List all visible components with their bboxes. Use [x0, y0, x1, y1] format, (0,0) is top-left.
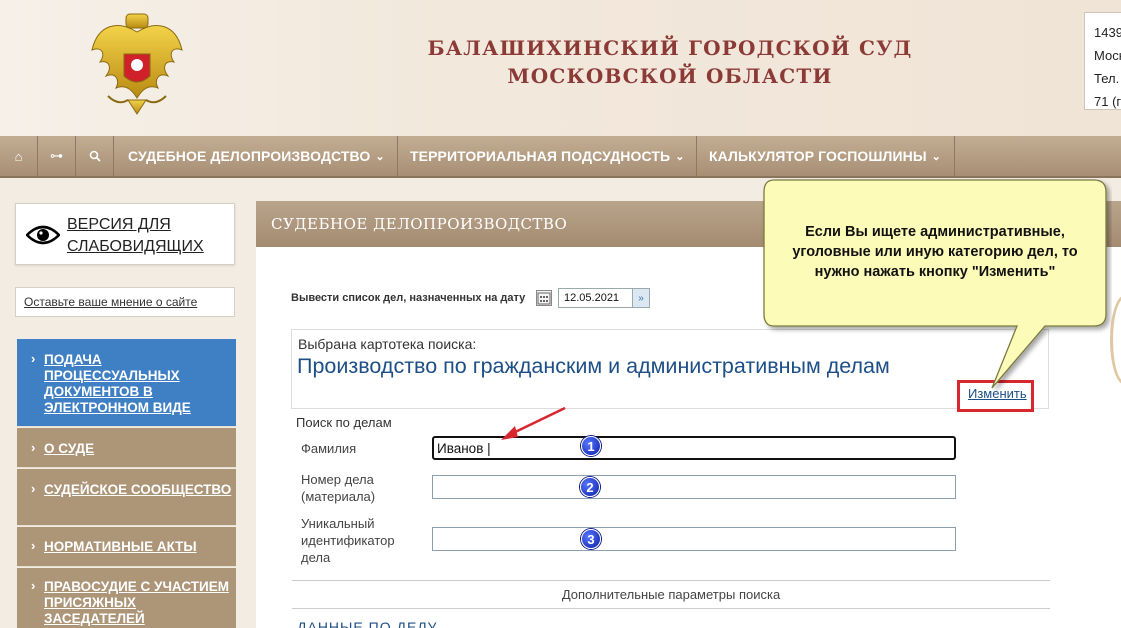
contact-line: Тел.	[1094, 71, 1120, 86]
case-number-input[interactable]	[432, 475, 956, 499]
chevron-right-icon: ›	[31, 538, 36, 553]
contact-box: 1439 Моск Тел. 71 (г	[1084, 12, 1121, 110]
search-icon[interactable]	[76, 136, 114, 176]
sidebar-item-label: СУДЕЙСКОЕ СООБЩЕСТВО	[44, 482, 232, 497]
case-data-heading: ДАННЫЕ ПО ДЕЛУ	[297, 619, 438, 628]
nav-fee-calculator[interactable]: КАЛЬКУЛЯТОР ГОСПОШЛИНЫ ⌄	[697, 136, 955, 176]
step-badge: 3	[581, 529, 601, 549]
sitemap-icon[interactable]: ⊶	[38, 136, 76, 176]
annotation-arrow-icon	[501, 406, 566, 440]
chevron-right-icon: ›	[31, 440, 36, 455]
callout-bubble	[763, 179, 1107, 389]
sidebar-item-label: ПОДАЧА ПРОЦЕССУАЛЬНЫХ ДОКУМЕНТОВ В ЭЛЕКТ…	[44, 352, 191, 415]
case-number-label-line: (материала)	[301, 489, 376, 504]
uid-label-line: Уникальный	[301, 516, 375, 531]
coat-of-arms-icon	[91, 13, 183, 115]
sidebar-item-about-court[interactable]: › О СУДЕ	[17, 428, 236, 468]
nav-label: КАЛЬКУЛЯТОР ГОСПОШЛИНЫ	[709, 148, 927, 164]
double-chevron-right-icon: »	[638, 292, 644, 304]
chevron-down-icon: ⌄	[931, 150, 941, 163]
page-title: СУДЕБНОЕ ДЕЛОПРОИЗВОДСТВО	[271, 215, 568, 233]
uid-label: Уникальный идентификатор дела	[301, 515, 395, 566]
nav-label: СУДЕБНОЕ ДЕЛОПРОИЗВОДСТВО	[128, 148, 371, 164]
calendar-icon[interactable]	[536, 290, 552, 306]
nav-territorial-jurisdiction[interactable]: ТЕРРИТОРИАЛЬНАЯ ПОДСУДНОСТЬ ⌄	[398, 136, 697, 176]
sidebar-item-electronic-filing[interactable]: › ПОДАЧА ПРОЦЕССУАЛЬНЫХ ДОКУМЕНТОВ В ЭЛЕ…	[17, 339, 236, 427]
step-badge: 1	[581, 436, 601, 456]
main-nav: ⌂ ⊶ СУДЕБНОЕ ДЕЛОПРОИЗВОДСТВО ⌄ ТЕРРИТОР…	[0, 136, 1121, 178]
court-title-line-1: БАЛАШИХИНСКИЙ ГОРОДСКОЙ СУД	[427, 36, 913, 60]
sidebar-item-label: НОРМАТИВНЫЕ АКТЫ	[44, 539, 197, 554]
visually-impaired-label: ВЕРСИЯ ДЛЯ СЛАБОВИДЯЩИХ	[67, 216, 204, 255]
uid-input[interactable]	[432, 527, 956, 551]
surname-label: Фамилия	[301, 441, 357, 456]
eye-icon	[26, 225, 60, 245]
callout-text: Если Вы ищете административные, уголовны…	[792, 224, 1078, 280]
sidebar-item-jury-trials[interactable]: › ПРАВОСУДИЕ С УЧАСТИЕМ ПРИСЯЖНЫХ ЗАСЕДА…	[17, 568, 236, 628]
sidebar-item-label: О СУДЕ	[44, 441, 95, 456]
court-title-line-2: МОСКОВСКОЙ ОБЛАСТИ	[507, 64, 833, 88]
case-number-label-line: Номер дела	[301, 472, 374, 487]
sidebar-item-normative-acts[interactable]: › НОРМАТИВНЫЕ АКТЫ	[17, 527, 236, 567]
step-badge: 2	[580, 477, 600, 497]
extra-search-params-toggle[interactable]: Дополнительные параметры поиска	[292, 587, 1050, 602]
site-header: БАЛАШИХИНСКИЙ ГОРОДСКОЙ СУД МОСКОВСКОЙ О…	[0, 0, 1121, 136]
chevron-right-icon: ›	[31, 481, 36, 496]
contact-line: Моск	[1094, 48, 1121, 63]
home-icon[interactable]: ⌂	[0, 136, 38, 176]
chevron-down-icon: ⌄	[375, 150, 385, 163]
search-heading: Поиск по делам	[296, 415, 392, 430]
chevron-down-icon: ⌄	[675, 150, 685, 163]
uid-label-line: дела	[301, 550, 331, 565]
contact-line: 71 (г	[1094, 94, 1121, 109]
date-filter-label: Вывести список дел, назначенных на дату	[291, 292, 526, 304]
nav-label: ТЕРРИТОРИАЛЬНАЯ ПОДСУДНОСТЬ	[410, 148, 671, 164]
divider	[292, 580, 1050, 581]
chevron-right-icon: ›	[31, 578, 36, 593]
court-title: БАЛАШИХИНСКИЙ ГОРОДСКОЙ СУД МОСКОВСКОЙ О…	[400, 34, 940, 90]
sidebar-item-label: ПРАВОСУДИЕ С УЧАСТИЕМ ПРИСЯЖНЫХ ЗАСЕДАТЕ…	[44, 579, 229, 626]
nav-court-proceedings[interactable]: СУДЕБНОЕ ДЕЛОПРОИЗВОДСТВО ⌄	[116, 136, 398, 176]
feedback-link[interactable]: Оставьте ваше мнение о сайте	[15, 287, 235, 317]
chevron-right-icon: ›	[31, 351, 36, 366]
case-number-label: Номер дела (материала)	[301, 471, 375, 505]
date-submit-button[interactable]: »	[632, 289, 649, 307]
uid-label-line: идентификатор	[301, 533, 395, 548]
contact-line: 1439	[1094, 25, 1121, 40]
divider	[292, 608, 1050, 609]
card-caption: Выбрана картотека поиска:	[298, 336, 477, 352]
sidebar-item-judicial-community[interactable]: › СУДЕЙСКОЕ СООБЩЕСТВО	[17, 469, 236, 526]
visually-impaired-version-button[interactable]: ВЕРСИЯ ДЛЯ СЛАБОВИДЯЩИХ	[15, 203, 235, 265]
